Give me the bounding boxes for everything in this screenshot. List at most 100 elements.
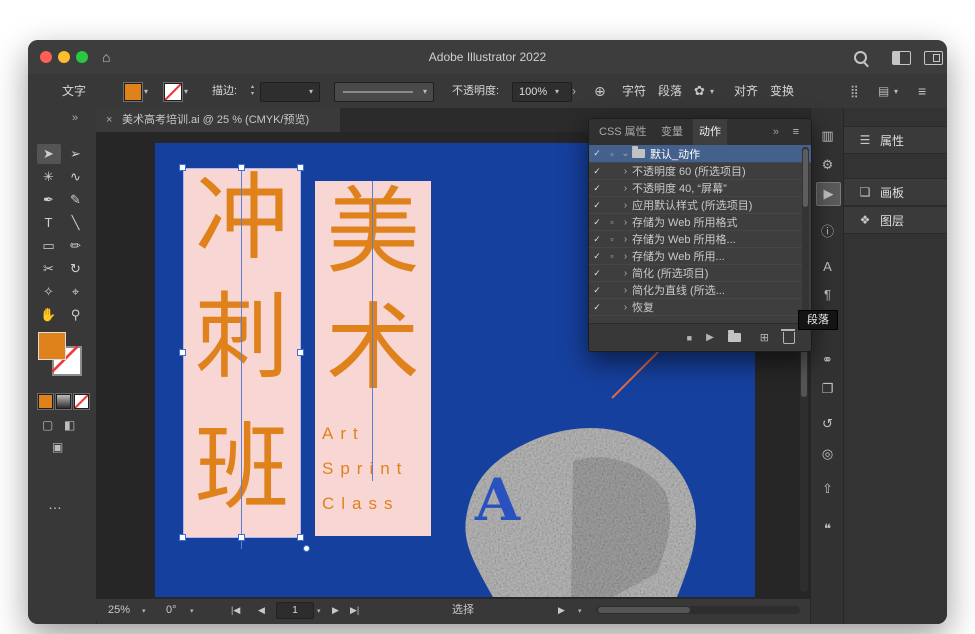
draw-behind-icon[interactable]: ◧ bbox=[64, 418, 75, 432]
gradient-mode-button[interactable] bbox=[56, 394, 71, 409]
line-segment-tool[interactable]: ╲ bbox=[64, 213, 88, 233]
globe-icon[interactable]: ⊕ bbox=[594, 74, 606, 108]
action-row[interactable]: ✓ › 应用默认样式 (所选项目) bbox=[589, 197, 811, 214]
stroke-weight-stepper[interactable]: ▴ ▾ bbox=[248, 82, 257, 100]
panel-button-artboards[interactable]: ❏ 画板 bbox=[844, 178, 947, 206]
action-row[interactable]: ✓ › 不透明度 60 (所选项目) bbox=[589, 163, 811, 180]
window-mode-icon[interactable] bbox=[924, 51, 943, 65]
disclosure-icon[interactable]: › bbox=[619, 200, 632, 211]
actions-panel-icon[interactable]: ▶ bbox=[816, 182, 841, 206]
paragraph-button[interactable]: 段落 bbox=[658, 74, 682, 108]
selection-handle[interactable] bbox=[297, 534, 304, 541]
chevron-down-icon[interactable]: ▾ bbox=[423, 87, 427, 96]
panel-scrollbar[interactable] bbox=[802, 147, 809, 319]
action-row[interactable]: ✓ ▫ › 存储为 Web 所用... bbox=[589, 248, 811, 265]
character-panel-icon[interactable]: A bbox=[816, 255, 839, 277]
fill-color-swatch[interactable] bbox=[124, 83, 142, 101]
opacity-field[interactable]: 100% bbox=[512, 82, 572, 102]
disclosure-icon[interactable]: › bbox=[619, 166, 632, 177]
selection-handle[interactable] bbox=[238, 534, 245, 541]
action-row[interactable]: ✓ › 简化 (所选项目) bbox=[589, 265, 811, 282]
chevron-down-icon[interactable]: ▾ bbox=[142, 607, 146, 615]
check-icon[interactable]: ✓ bbox=[589, 166, 605, 177]
history-panel-icon[interactable]: ↺ bbox=[816, 413, 839, 435]
selection-handle[interactable] bbox=[297, 164, 304, 171]
disclosure-icon[interactable]: › bbox=[619, 234, 632, 245]
close-icon[interactable]: × bbox=[106, 108, 112, 132]
last-artboard-icon[interactable]: ▶| bbox=[350, 599, 359, 621]
rectangle-tool[interactable]: ▭ bbox=[37, 236, 61, 256]
character-button[interactable]: 字符 bbox=[622, 74, 646, 108]
color-mode-button[interactable] bbox=[38, 394, 53, 409]
check-icon[interactable]: ✓ bbox=[589, 200, 605, 211]
eyedropper-tool[interactable]: ⌖ bbox=[64, 282, 88, 302]
disclosure-icon[interactable]: › bbox=[619, 268, 632, 279]
check-icon[interactable]: ✓ bbox=[589, 268, 605, 279]
check-icon[interactable]: ✓ bbox=[589, 183, 605, 194]
stroke-color-swatch[interactable] bbox=[164, 83, 182, 101]
disclosure-icon[interactable]: ⌄ bbox=[619, 148, 632, 159]
panel-menu-icon[interactable]: ≡ bbox=[787, 119, 805, 145]
fill-swatch[interactable] bbox=[38, 332, 66, 360]
check-icon[interactable]: ✓ bbox=[589, 302, 605, 313]
dialog-toggle-icon[interactable]: ▫ bbox=[605, 217, 619, 227]
action-row[interactable]: ✓ › 恢复 bbox=[589, 299, 811, 316]
hand-tool[interactable]: ✋ bbox=[37, 305, 61, 325]
new-set-folder-icon[interactable] bbox=[728, 333, 741, 342]
disclosure-icon[interactable]: › bbox=[619, 183, 632, 194]
stop-icon[interactable]: ■ bbox=[687, 333, 692, 343]
chevron-down-icon[interactable]: ▾ bbox=[144, 87, 148, 96]
align-button[interactable]: 对齐 bbox=[734, 74, 758, 108]
action-row[interactable]: ✓ › 简化为直线 (所选... bbox=[589, 282, 811, 299]
check-icon[interactable]: ✓ bbox=[589, 148, 605, 159]
draw-normal-icon[interactable]: ▢ bbox=[42, 418, 53, 432]
more-tools-icon[interactable]: … bbox=[48, 496, 63, 512]
disclosure-icon[interactable]: › bbox=[619, 217, 632, 228]
selection-handle[interactable] bbox=[238, 164, 245, 171]
anchor-point[interactable] bbox=[303, 545, 310, 552]
scrollbar-thumb[interactable] bbox=[803, 149, 808, 207]
lasso-tool[interactable]: ∿ bbox=[64, 167, 88, 187]
double-chevron-icon[interactable]: » bbox=[72, 112, 78, 124]
chevron-down-icon[interactable]: ▾ bbox=[555, 87, 559, 96]
selection-tool[interactable]: ➤ bbox=[37, 144, 61, 164]
check-icon[interactable]: ✓ bbox=[589, 285, 605, 296]
scrollbar-thumb[interactable] bbox=[598, 607, 690, 613]
disclosure-icon[interactable]: › bbox=[619, 251, 632, 262]
stroke-profile-dropdown[interactable] bbox=[334, 82, 434, 102]
action-row[interactable]: ✓ ▫ › 存储为 Web 所用格式 bbox=[589, 214, 811, 231]
menu-icon[interactable]: ≡ bbox=[918, 74, 926, 108]
tab-css-properties[interactable]: CSS 属性 bbox=[593, 119, 653, 145]
zoom-tool[interactable]: ⚲ bbox=[64, 305, 88, 325]
diagonal-stroke[interactable] bbox=[611, 349, 660, 398]
chevron-down-icon[interactable]: ▾ bbox=[190, 607, 194, 615]
paintbrush-tool[interactable]: ✏ bbox=[64, 236, 88, 256]
dialog-toggle-icon[interactable]: ▫ bbox=[605, 234, 619, 244]
style-icon[interactable]: ✿ bbox=[694, 74, 705, 108]
rotate-tool[interactable]: ↻ bbox=[64, 259, 88, 279]
chevron-down-icon[interactable]: ▾ bbox=[309, 87, 313, 96]
first-artboard-icon[interactable]: |◀ bbox=[231, 599, 240, 621]
artboard-panel-icon[interactable]: ❐ bbox=[816, 378, 839, 400]
chevron-down-icon[interactable]: ▾ bbox=[894, 87, 898, 96]
chevron-right-icon[interactable]: › bbox=[572, 74, 576, 108]
disclosure-icon[interactable]: › bbox=[619, 302, 632, 313]
chevron-down-icon[interactable]: ▾ bbox=[710, 87, 714, 96]
search-icon[interactable] bbox=[854, 51, 867, 64]
graph-panel-icon[interactable]: ▥ bbox=[816, 125, 839, 147]
document-tab[interactable]: × 美术高考培训.ai @ 25 % (CMYK/预览) bbox=[96, 108, 340, 132]
check-icon[interactable]: ✓ bbox=[589, 251, 605, 262]
rotation-value[interactable]: 0° bbox=[166, 599, 177, 621]
tab-actions[interactable]: 动作 bbox=[693, 119, 727, 145]
play-icon[interactable]: ▶ bbox=[706, 332, 714, 343]
paragraph-panel-icon[interactable]: ¶ bbox=[816, 283, 839, 305]
double-chevron-icon[interactable]: » bbox=[767, 119, 785, 145]
zoom-level[interactable]: 25% bbox=[108, 599, 130, 621]
action-row[interactable]: ✓ ▫ › 存储为 Web 所用格... bbox=[589, 231, 811, 248]
magic-wand-tool[interactable]: ✳ bbox=[37, 167, 61, 187]
chevron-down-icon[interactable]: ▾ bbox=[578, 607, 582, 615]
curvature-tool[interactable]: ✎ bbox=[64, 190, 88, 210]
dialog-toggle-icon[interactable]: ▫ bbox=[605, 149, 619, 159]
split-view-icon[interactable] bbox=[892, 51, 911, 65]
direct-selection-tool[interactable]: ➢ bbox=[64, 144, 88, 164]
